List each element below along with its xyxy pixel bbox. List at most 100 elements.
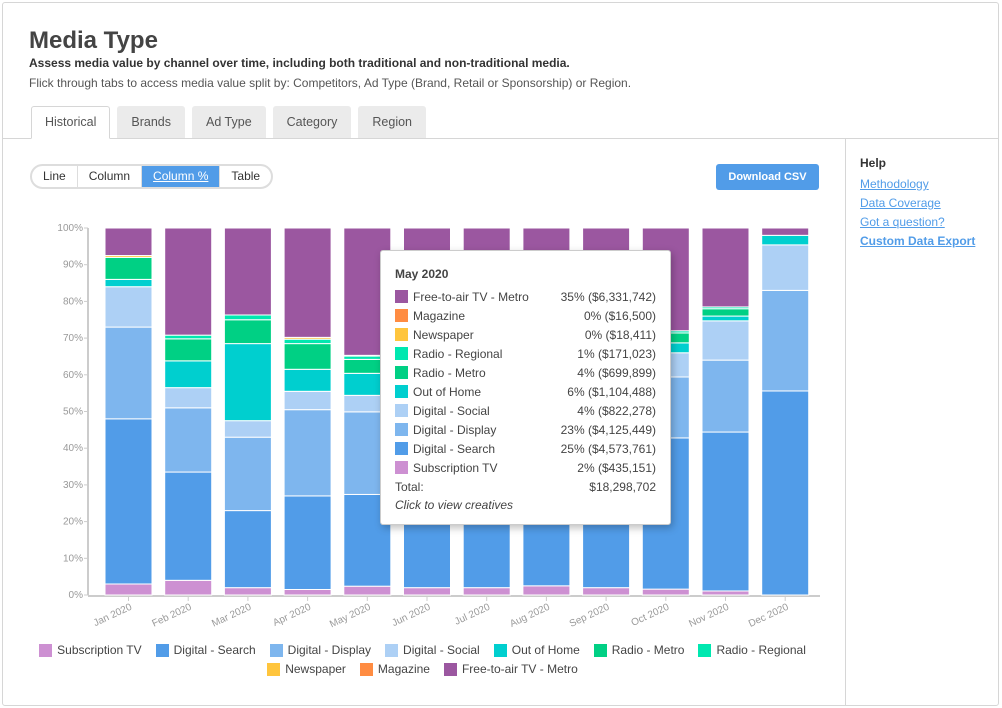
bar-segment-radio-metro[interactable] [701, 308, 750, 317]
bar-segment-digital-social[interactable] [164, 387, 213, 409]
legend-item[interactable]: Digital - Social [385, 643, 480, 657]
tooltip-swatch [395, 290, 408, 303]
bar-segment-radio-regional[interactable] [164, 334, 213, 340]
legend-label: Magazine [377, 662, 430, 676]
legend-label: Digital - Search [173, 643, 256, 657]
bar-segment-radio-metro[interactable] [283, 343, 332, 370]
bar-segment-subscription-tv[interactable] [223, 587, 272, 596]
bar-segment-free-to-air-tv-metro[interactable] [701, 227, 750, 308]
bar-segment-radio-metro[interactable] [104, 256, 153, 280]
tooltip-total: Total: $18,298,702 [395, 477, 656, 496]
view-column-percent-button[interactable]: Column % [142, 166, 221, 187]
chart-legend: Subscription TV Digital - Search Digital -… [20, 643, 825, 676]
y-tick-label: 20% [63, 517, 83, 528]
bar-segment-digital-display[interactable] [761, 289, 810, 392]
tab-brands[interactable]: Brands [117, 106, 186, 139]
bar-segment-free-to-air-tv-metro[interactable] [223, 227, 272, 316]
legend-item[interactable]: Digital - Display [269, 643, 371, 657]
legend-item[interactable]: Radio - Regional [698, 643, 806, 657]
bar-segment-subscription-tv[interactable] [462, 587, 511, 596]
bar-segment-digital-search[interactable] [283, 495, 332, 590]
bar-segment-subscription-tv[interactable] [164, 579, 213, 596]
tab-historical[interactable]: Historical [31, 106, 111, 139]
bar-segment-digital-display[interactable] [104, 326, 153, 420]
bar-segment-radio-regional[interactable] [283, 338, 332, 345]
view-table-button[interactable]: Table [220, 166, 271, 187]
download-csv-button[interactable]: Download CSV [716, 164, 819, 190]
legend-item[interactable]: Radio - Metro [593, 643, 684, 657]
bar-segment-out-of-home[interactable] [701, 315, 750, 322]
y-tick-label: 90% [63, 260, 83, 271]
bar-segment-free-to-air-tv-metro[interactable] [104, 227, 153, 257]
x-tick-label: May 2020 [328, 602, 373, 631]
bar-segment-subscription-tv[interactable] [582, 587, 631, 596]
custom-data-export-link[interactable]: Custom Data Export [860, 234, 975, 248]
got-a-question-link[interactable]: Got a question? [860, 215, 975, 229]
tooltip-value: 1% ($171,023) [577, 346, 656, 361]
bar-segment-digital-search[interactable] [761, 390, 810, 596]
bar-segment-out-of-home[interactable] [164, 360, 213, 389]
tooltip-label: Digital - Social [413, 403, 490, 418]
bar-segment-subscription-tv[interactable] [403, 587, 451, 596]
tab-ad-type[interactable]: Ad Type [192, 106, 266, 139]
bar-segment-digital-display[interactable] [701, 359, 750, 433]
data-coverage-link[interactable]: Data Coverage [860, 196, 975, 210]
y-tick-label: 10% [63, 553, 83, 564]
tooltip-swatch [395, 404, 408, 417]
legend-item[interactable]: Free-to-air TV - Metro [443, 662, 578, 676]
y-tick-label: 30% [63, 480, 83, 491]
tooltip-row: Digital - Search 25% ($4,573,761) [395, 439, 656, 458]
bar-segment-digital-display[interactable] [223, 436, 272, 512]
tab-category[interactable]: Category [272, 106, 352, 139]
bar-segment-radio-regional[interactable] [223, 314, 272, 321]
bar-segment-digital-social[interactable] [761, 244, 810, 291]
bar-segment-out-of-home[interactable] [223, 343, 272, 422]
total-value: $18,298,702 [589, 479, 656, 494]
bar-segment-free-to-air-tv-metro[interactable] [761, 227, 810, 236]
legend-swatch [267, 662, 281, 676]
tooltip-label: Free-to-air TV - Metro [413, 289, 529, 304]
methodology-link[interactable]: Methodology [860, 177, 975, 191]
bar-segment-digital-search[interactable] [701, 431, 750, 592]
legend-swatch [443, 662, 457, 676]
bar-segment-digital-social[interactable] [223, 420, 272, 438]
bar-segment-digital-search[interactable] [104, 418, 153, 585]
view-line-button[interactable]: Line [32, 166, 78, 187]
bar-segment-digital-display[interactable] [283, 409, 332, 497]
bar-segment-subscription-tv[interactable] [283, 588, 332, 596]
x-tick-label: Oct 2020 [630, 602, 672, 629]
view-column-button[interactable]: Column [78, 166, 143, 187]
legend-item[interactable]: Newspaper [267, 662, 346, 676]
bar-segment-digital-social[interactable] [283, 390, 332, 411]
bar-segment-radio-metro[interactable] [223, 319, 272, 345]
bar-segment-out-of-home[interactable] [283, 368, 332, 392]
bar-segment-subscription-tv[interactable] [522, 585, 571, 596]
tooltip-value: 35% ($6,331,742) [560, 289, 656, 304]
bar-segment-radio-metro[interactable] [164, 338, 213, 362]
bar-segment-free-to-air-tv-metro[interactable] [164, 227, 213, 336]
legend-swatch [493, 643, 507, 657]
bar-segment-digital-display[interactable] [164, 407, 213, 473]
tooltip-hint[interactable]: Click to view creatives [395, 498, 656, 512]
bar-segment-subscription-tv[interactable] [343, 585, 392, 596]
bar-segment-digital-search[interactable] [164, 471, 213, 581]
bar-segment-subscription-tv[interactable] [104, 583, 153, 596]
bar-segment-out-of-home[interactable] [761, 234, 810, 246]
tooltip-row: Out of Home 6% ($1,104,488) [395, 382, 656, 401]
legend-swatch [269, 643, 283, 657]
bar-segment-free-to-air-tv-metro[interactable] [283, 227, 332, 338]
tooltip-row: Newspaper 0% ($18,411) [395, 325, 656, 344]
bar-segment-out-of-home[interactable] [104, 278, 153, 288]
bar-segment-subscription-tv[interactable] [641, 588, 690, 596]
legend-item[interactable]: Subscription TV [39, 643, 142, 657]
bar-segment-subscription-tv[interactable] [701, 590, 750, 596]
legend-item[interactable]: Magazine [359, 662, 430, 676]
legend-item[interactable]: Digital - Search [155, 643, 256, 657]
bar-segment-digital-social[interactable] [104, 286, 153, 328]
bar-segment-digital-search[interactable] [223, 510, 272, 589]
tab-region[interactable]: Region [358, 106, 427, 139]
legend-item[interactable]: Out of Home [493, 643, 580, 657]
tooltip-label: Digital - Search [413, 441, 496, 456]
x-tick-label: Feb 2020 [151, 602, 194, 630]
bar-segment-digital-social[interactable] [701, 320, 750, 361]
